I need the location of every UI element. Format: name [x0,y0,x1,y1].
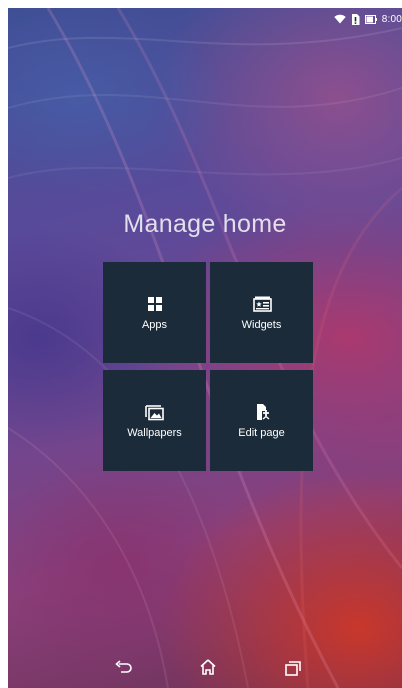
home-button[interactable] [196,656,220,680]
apps-grid-icon [145,294,165,314]
edit-page-label: Edit page [238,427,285,439]
widgets-icon [252,294,272,314]
back-icon [111,660,135,684]
wallpapers-icon [144,402,165,422]
back-button[interactable] [111,656,135,680]
device-frame: 8:00 Manage home Apps Widgets Wallpapers… [0,0,402,688]
status-bar: 8:00 [334,8,402,30]
recents-icon [281,661,305,684]
wallpapers-label: Wallpapers [127,427,182,439]
wifi-icon [334,14,346,24]
edit-page-tile[interactable]: Edit page [210,370,313,471]
status-time: 8:00 [381,13,402,25]
edit-page-icon [252,402,272,422]
battery-icon [364,14,377,24]
apps-tile[interactable]: Apps [103,262,206,363]
home-icon [196,659,220,684]
sim-no-signal-icon [351,13,360,25]
wallpapers-tile[interactable]: Wallpapers [103,370,206,471]
widgets-label: Widgets [241,319,282,331]
widgets-tile[interactable]: Widgets [210,262,313,363]
apps-label: Apps [141,319,168,331]
navigation-bar [8,648,402,688]
home-screen: 8:00 Manage home Apps Widgets Wallpapers… [8,8,402,688]
page-title: Manage home [123,210,287,238]
recents-button[interactable] [281,656,305,680]
